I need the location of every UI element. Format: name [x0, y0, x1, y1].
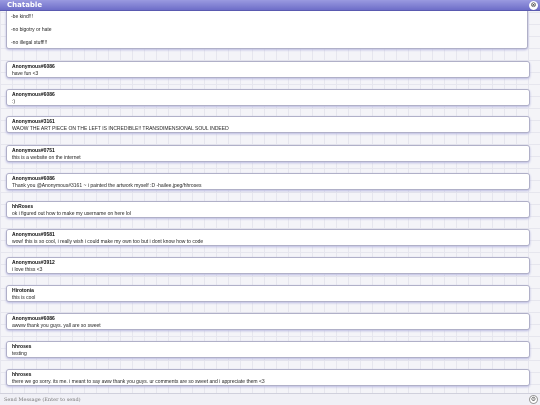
rule-line: -be kind!!!	[11, 14, 33, 20]
message-card: hhroses testing	[6, 341, 530, 358]
message-author[interactable]: hhroses	[12, 344, 31, 350]
message-text: this is cool	[12, 295, 36, 301]
message-author[interactable]: hhRoses	[12, 204, 33, 210]
settings-icon[interactable]: ⚙	[529, 395, 538, 404]
message-card: Anonymous#6086 :)	[6, 89, 530, 106]
message-card: Anonymous#0751 this is a website on the …	[6, 145, 530, 162]
message-author[interactable]: Anonymous#3161	[12, 119, 55, 125]
rule-line: -no bigotry or hate	[11, 27, 52, 33]
message-text: wow! this is so cool, i really wish i co…	[12, 239, 204, 245]
message-card: Anonymous#9581 wow! this is so cool, i r…	[6, 229, 530, 246]
message-card: Hirotonia this is cool	[6, 285, 530, 302]
message-author[interactable]: hhroses	[12, 372, 31, 378]
message-card: hhRoses ok i figured out how to make my …	[6, 201, 530, 218]
rules-card: -be kind!!! -no bigotry or hate -no ille…	[6, 11, 528, 49]
message-author[interactable]: Anonymous#3912	[12, 260, 55, 266]
message-text: :)	[12, 99, 16, 105]
message-text: Thank you @Anonymous#3161 ~ i painted th…	[12, 183, 202, 189]
message-text: there we go sorry. its me. i meant to sa…	[12, 379, 265, 385]
message-card: Anonymous#3161 WAOW THE ART PIECE ON THE…	[6, 116, 530, 133]
message-card: Anonymous#6086 Thank you @Anonymous#3161…	[6, 173, 530, 190]
rule-line: -no illegal stuff!!!	[11, 40, 48, 46]
message-feed[interactable]: -be kind!!! -no bigotry or hate -no ille…	[0, 11, 540, 393]
message-text: testing	[12, 351, 27, 357]
message-card: Anonymous#6086 awww thank you guys. yall…	[6, 313, 530, 330]
message-author[interactable]: Anonymous#6086	[12, 64, 55, 70]
message-input[interactable]	[4, 396, 514, 404]
message-text: awww thank you guys. yall are so sweet	[12, 323, 101, 329]
message-text: this is a website on the internet	[12, 155, 81, 161]
message-author[interactable]: Hirotonia	[12, 288, 34, 294]
message-text: WAOW THE ART PIECE ON THE LEFT IS INCRED…	[12, 126, 229, 132]
message-text: i love thiss <3	[12, 267, 43, 273]
message-composer: ⚙	[0, 393, 540, 405]
message-card: Anonymous#6086 have fun <3	[6, 61, 530, 78]
close-icon[interactable]: ⊗	[529, 1, 538, 10]
message-card: Anonymous#3912 i love thiss <3	[6, 257, 530, 274]
message-author[interactable]: Anonymous#9581	[12, 232, 55, 238]
window-title: Chatable	[7, 1, 43, 9]
message-author[interactable]: Anonymous#6086	[12, 176, 55, 182]
message-card: hhroses there we go sorry. its me. i mea…	[6, 369, 530, 386]
message-text: ok i figured out how to make my username…	[12, 211, 131, 217]
message-text: have fun <3	[12, 71, 39, 77]
message-author[interactable]: Anonymous#6086	[12, 316, 55, 322]
title-bar: Chatable ⊗	[0, 0, 540, 11]
message-author[interactable]: Anonymous#6086	[12, 92, 55, 98]
message-author[interactable]: Anonymous#0751	[12, 148, 55, 154]
